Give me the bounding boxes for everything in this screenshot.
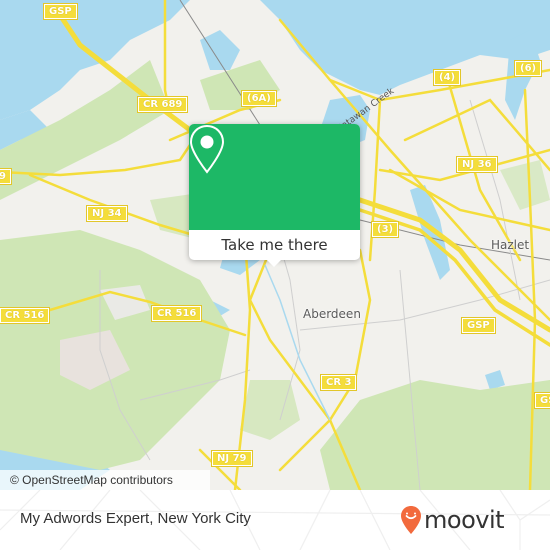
road-shield: GSP <box>461 317 496 334</box>
map[interactable]: GSP CR 689 (6A) (4) (6) NJ 36 NJ 34 (3) … <box>0 0 550 490</box>
road-shield: CR 689 <box>136 96 189 113</box>
road-shield: CR 516 <box>150 305 203 322</box>
take-me-there-button[interactable]: Take me there <box>189 230 360 260</box>
road-shield: GSP <box>534 392 550 409</box>
road-shield: CR 516 <box>0 307 51 324</box>
map-pin-icon <box>189 124 225 174</box>
road-shield: NJ 79 <box>211 450 253 467</box>
moovit-wordmark: moovit <box>424 506 505 534</box>
popup-pointer <box>266 259 282 267</box>
road-shield: 9 <box>0 168 12 185</box>
place-label-aberdeen: Aberdeen <box>303 307 361 321</box>
road-shield: (3) <box>370 221 400 238</box>
place-label-hazlet: Hazlet <box>491 238 530 252</box>
road-shield: NJ 34 <box>86 205 128 222</box>
moovit-pin-icon <box>401 506 421 534</box>
destination-popup[interactable]: Take me there <box>189 124 360 267</box>
road-shield: CR 3 <box>319 374 358 391</box>
map-attribution[interactable]: © OpenStreetMap contributors <box>0 470 210 490</box>
road-shield: (6) <box>513 60 543 77</box>
road-shield: NJ 36 <box>456 156 498 173</box>
place-title: My Adwords Expert, New York City <box>20 510 251 527</box>
popup-header <box>189 124 360 230</box>
footer: My Adwords Expert, New York City moovit <box>0 490 550 550</box>
moovit-logo[interactable]: moovit <box>400 500 505 540</box>
road-shield: (4) <box>432 69 462 86</box>
road-shield: GSP <box>43 3 78 20</box>
road-shield: (6A) <box>241 90 277 107</box>
